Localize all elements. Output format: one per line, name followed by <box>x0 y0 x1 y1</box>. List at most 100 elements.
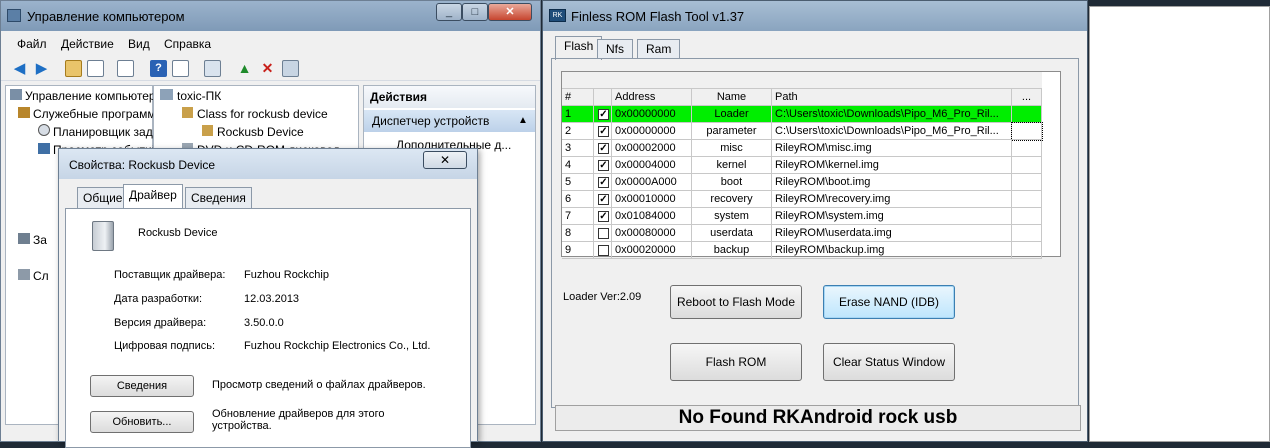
device-tree-computer[interactable]: toxic-ПК <box>160 88 221 105</box>
flash-tool-titlebar[interactable]: RK Finless ROM Flash Tool v1.37 <box>543 1 1087 31</box>
cell-browse[interactable] <box>1011 122 1043 141</box>
table-row[interactable]: 6 ✓ 0x00010000 recovery RileyROM\recovery.im… <box>562 191 1042 208</box>
computer-mgmt-icon <box>10 89 22 100</box>
scan-hardware-icon[interactable] <box>204 60 221 77</box>
row-checkbox[interactable]: ✓ <box>598 177 609 188</box>
tab-details[interactable]: Сведения <box>185 187 252 208</box>
window-titlebar[interactable]: Управление компьютером _ □ ✕ <box>1 1 540 31</box>
usb-device-icon <box>92 221 114 251</box>
minimize-button[interactable]: _ <box>436 3 462 21</box>
show-hide-icon[interactable] <box>172 60 189 77</box>
cell-check[interactable] <box>594 225 612 242</box>
cell-path[interactable]: RileyROM\kernel.img <box>772 157 1012 174</box>
menu-help[interactable]: Справка <box>164 37 211 51</box>
tab-ram[interactable]: Ram <box>637 39 681 59</box>
cell-browse[interactable] <box>1012 106 1042 123</box>
cell-path[interactable]: RileyROM\userdata.img <box>772 225 1012 242</box>
enable-device-icon[interactable] <box>282 60 299 77</box>
update-driver-icon[interactable]: ▲ <box>236 60 253 77</box>
menu-action[interactable]: Действие <box>61 37 114 51</box>
tree-item-storage[interactable]: За <box>18 232 47 249</box>
driver-provider-value: Fuzhou Rockchip <box>244 269 329 281</box>
actions-section-device-manager[interactable]: Диспетчер устройств ▲ <box>364 110 535 132</box>
cell-path[interactable]: RileyROM\boot.img <box>772 174 1012 191</box>
device-name: Rockusb Device <box>138 227 218 239</box>
table-row[interactable]: 8 0x00080000 userdata RileyROM\userdata.img <box>562 225 1042 242</box>
cell-browse[interactable] <box>1012 157 1042 174</box>
tab-driver[interactable]: Драйвер <box>123 184 183 209</box>
event-viewer-icon <box>38 143 50 154</box>
update-driver-button[interactable]: Обновить... <box>90 411 194 433</box>
reboot-flash-mode-button[interactable]: Reboot to Flash Mode <box>670 285 802 319</box>
maximize-button[interactable]: □ <box>462 3 488 21</box>
cell-name: kernel <box>692 157 772 174</box>
table-row[interactable]: 2 ✓ 0x00000000 parameter C:\Users\toxic\Down… <box>562 122 1043 141</box>
cell-number: 4 <box>562 157 594 174</box>
cell-path[interactable]: C:\Users\toxic\Downloads\Pipo_M6_Pro_Ril… <box>772 123 1012 140</box>
console-tree-icon[interactable] <box>87 60 104 77</box>
row-checkbox[interactable]: ✓ <box>598 211 609 222</box>
row-checkbox[interactable]: ✓ <box>598 126 609 137</box>
tree-item-system-tools[interactable]: Служебные программы <box>18 106 164 123</box>
cell-check[interactable]: ✓ <box>594 191 612 208</box>
cell-browse[interactable] <box>1012 242 1042 259</box>
cell-browse[interactable] <box>1012 174 1042 191</box>
cell-path[interactable]: RileyROM\system.img <box>772 208 1012 225</box>
services-icon <box>18 269 30 280</box>
cell-check[interactable]: ✓ <box>594 106 612 123</box>
table-row[interactable]: 4 ✓ 0x00004000 kernel RileyROM\kernel.img <box>562 157 1042 174</box>
clear-status-button[interactable]: Clear Status Window <box>823 343 955 381</box>
back-arrow-icon[interactable]: ◀ <box>11 60 28 77</box>
cell-browse[interactable] <box>1012 225 1042 242</box>
device-tree-class[interactable]: Class for rockusb device <box>182 106 328 123</box>
help-icon[interactable]: ? <box>150 60 167 77</box>
grid-header-top <box>562 72 1042 89</box>
cell-check[interactable]: ✓ <box>594 174 612 191</box>
dialog-titlebar[interactable]: Свойства: Rockusb Device ✕ <box>59 149 477 179</box>
cell-check[interactable]: ✓ <box>594 208 612 225</box>
collapse-arrow-icon[interactable]: ▲ <box>518 115 528 126</box>
row-checkbox[interactable] <box>598 245 609 256</box>
tab-nfs[interactable]: Nfs <box>597 39 633 59</box>
cell-path[interactable]: C:\Users\toxic\Downloads\Pipo_M6_Pro_Ril… <box>772 106 1012 123</box>
digital-signer-value: Fuzhou Rockchip Electronics Co., Ltd. <box>244 340 431 352</box>
row-checkbox[interactable]: ✓ <box>598 160 609 171</box>
menu-view[interactable]: Вид <box>128 37 150 51</box>
table-row[interactable]: 9 0x00020000 backup RileyROM\backup.img <box>562 242 1042 259</box>
cell-path[interactable]: RileyROM\backup.img <box>772 242 1012 259</box>
device-tree-rockusb[interactable]: Rockusb Device <box>202 124 304 141</box>
cell-check[interactable]: ✓ <box>594 140 612 157</box>
table-row[interactable]: 3 ✓ 0x00002000 misc RileyROM\misc.img <box>562 140 1042 157</box>
row-checkbox[interactable]: ✓ <box>598 143 609 154</box>
table-row[interactable]: 7 ✓ 0x01084000 system RileyROM\system.img <box>562 208 1042 225</box>
device-icon <box>202 125 213 136</box>
flash-rom-button[interactable]: Flash ROM <box>670 343 802 381</box>
menu-file[interactable]: Файл <box>17 37 47 51</box>
cell-address: 0x00080000 <box>612 225 692 242</box>
row-checkbox[interactable]: ✓ <box>598 194 609 205</box>
tab-general[interactable]: Общие <box>77 187 129 208</box>
forward-arrow-icon[interactable]: ▶ <box>33 60 50 77</box>
menu-bar: Файл Действие Вид Справка <box>1 34 540 54</box>
cell-browse[interactable] <box>1012 191 1042 208</box>
table-row[interactable]: 5 ✓ 0x0000A000 boot RileyROM\boot.img <box>562 174 1042 191</box>
tab-flash[interactable]: Flash <box>555 36 603 60</box>
cell-browse[interactable] <box>1012 208 1042 225</box>
cell-path[interactable]: RileyROM\misc.img <box>772 140 1012 157</box>
cell-check[interactable]: ✓ <box>594 123 612 140</box>
table-row[interactable]: 1 ✓ 0x00000000 Loader C:\Users\toxic\Downloa… <box>562 106 1042 123</box>
erase-nand-button[interactable]: Erase NAND (IDB) <box>823 285 955 319</box>
uninstall-icon[interactable]: ✕ <box>259 60 276 77</box>
export-list-icon[interactable] <box>117 60 134 77</box>
cell-check[interactable] <box>594 242 612 259</box>
dialog-close-button[interactable]: ✕ <box>423 151 467 169</box>
up-folder-icon[interactable] <box>65 60 82 77</box>
cell-check[interactable]: ✓ <box>594 157 612 174</box>
close-button[interactable]: ✕ <box>488 3 532 21</box>
cell-path[interactable]: RileyROM\recovery.img <box>772 191 1012 208</box>
row-checkbox[interactable]: ✓ <box>598 109 609 120</box>
driver-details-button[interactable]: Сведения <box>90 375 194 397</box>
row-checkbox[interactable] <box>598 228 609 239</box>
tree-item-services[interactable]: Сл <box>18 268 49 285</box>
cell-browse[interactable] <box>1012 140 1042 157</box>
